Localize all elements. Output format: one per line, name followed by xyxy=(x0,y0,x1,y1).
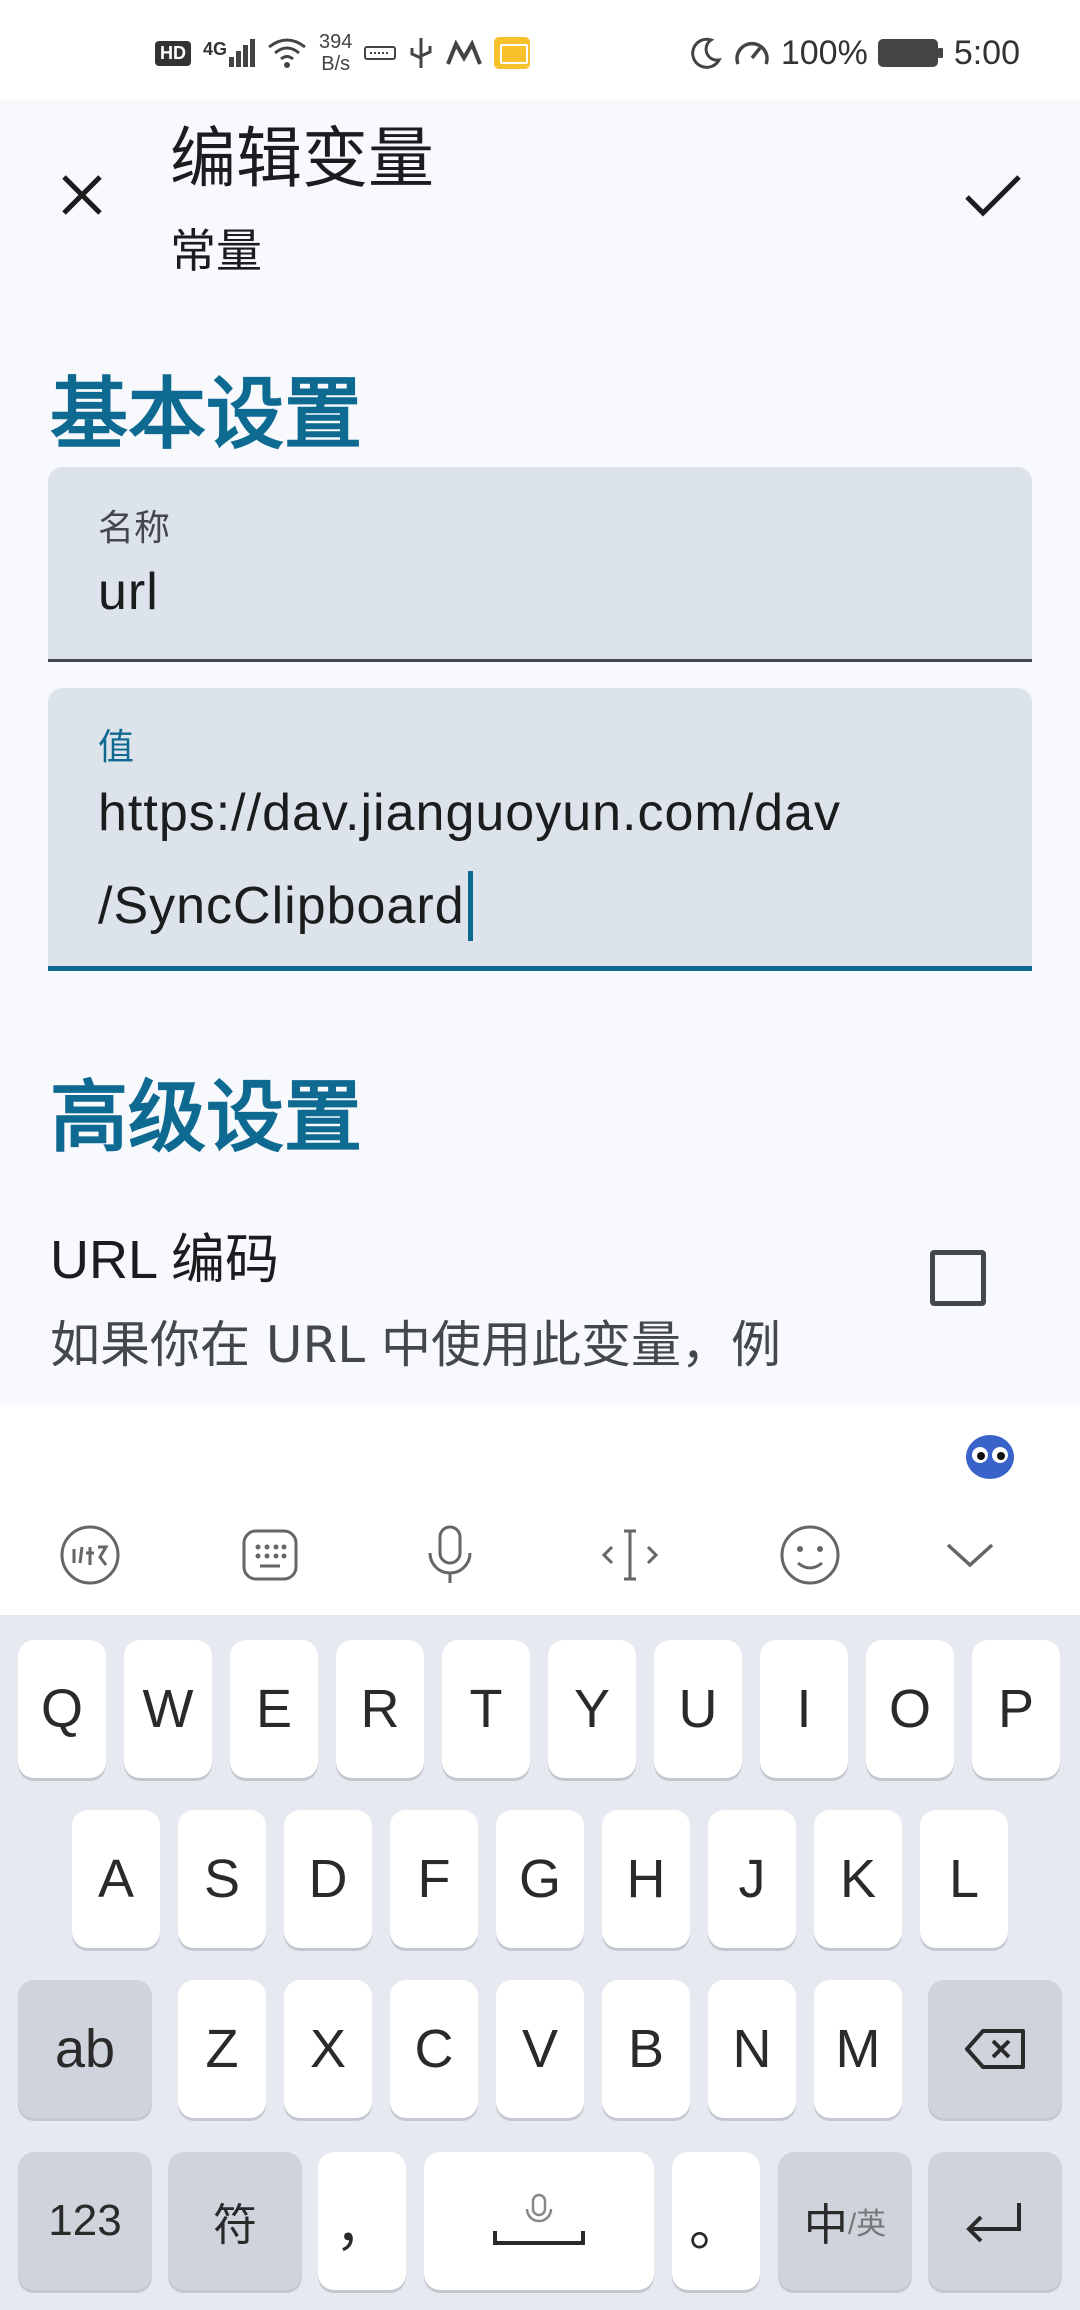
voice-input-button[interactable] xyxy=(410,1515,490,1595)
wifi-icon xyxy=(268,38,306,68)
close-icon xyxy=(62,175,102,215)
key-l[interactable]: L xyxy=(920,1810,1008,1948)
close-button[interactable] xyxy=(52,165,112,225)
language-main: 中 xyxy=(803,2201,848,2250)
hide-keyboard-button[interactable] xyxy=(930,1515,1010,1595)
key-c[interactable]: C xyxy=(390,1980,478,2118)
ifly-icon xyxy=(60,1525,120,1585)
keyboard-status-icon xyxy=(364,46,397,60)
keyboard-layout-button[interactable] xyxy=(230,1515,310,1595)
value-field-label: 值 xyxy=(98,727,135,768)
section-title-advanced: 高级设置 xyxy=(50,1073,363,1163)
usb-icon xyxy=(410,38,432,68)
battery-percent: 100% xyxy=(780,33,868,72)
app-m-icon xyxy=(446,40,483,65)
confirm-button[interactable] xyxy=(958,165,1028,225)
mascot-icon[interactable] xyxy=(960,1425,1020,1485)
key-b[interactable]: B xyxy=(602,1980,690,2118)
name-field-value: url xyxy=(98,563,159,621)
chevron-down-icon xyxy=(946,1543,994,1568)
value-field-line2: /SyncClipboard xyxy=(98,877,465,935)
key-s[interactable]: S xyxy=(178,1810,266,1948)
name-field[interactable]: 名称 url xyxy=(48,467,1032,662)
signal-type: 4G xyxy=(203,39,228,59)
check-icon xyxy=(965,175,1021,217)
key-d[interactable]: D xyxy=(284,1810,372,1948)
space-mic-icon xyxy=(493,2193,585,2245)
key-t[interactable]: T xyxy=(442,1640,530,1778)
key-y[interactable]: Y xyxy=(548,1640,636,1778)
ifly-button[interactable] xyxy=(50,1515,130,1595)
key-h[interactable]: H xyxy=(602,1810,690,1948)
url-encode-checkbox[interactable] xyxy=(930,1250,986,1306)
url-encode-title: URL 编码 xyxy=(50,1230,280,1290)
key-v[interactable]: V xyxy=(496,1980,584,2118)
clock: 5:00 xyxy=(953,33,1020,72)
section-title-basic: 基本设置 xyxy=(50,370,363,460)
signal-icon: 4G xyxy=(203,39,256,67)
backspace-key[interactable] xyxy=(928,1980,1062,2118)
value-field-line2-wrap: /SyncClipboard xyxy=(98,871,473,941)
key-x[interactable]: X xyxy=(284,1980,372,2118)
cursor-move-button[interactable] xyxy=(590,1515,670,1595)
cursor-icon xyxy=(601,1529,659,1581)
battery-icon xyxy=(877,39,943,67)
key-p[interactable]: P xyxy=(972,1640,1060,1778)
keyboard-toolbar xyxy=(0,1405,1080,1615)
key-u[interactable]: U xyxy=(654,1640,742,1778)
key-ab-switch[interactable]: ab xyxy=(18,1980,152,2118)
hd-badge: HD xyxy=(155,40,191,66)
key-e[interactable]: E xyxy=(230,1640,318,1778)
key-j[interactable]: J xyxy=(708,1810,796,1948)
key-r[interactable]: R xyxy=(336,1640,424,1778)
key-o[interactable]: O xyxy=(866,1640,954,1778)
keyboard-icon xyxy=(242,1529,298,1581)
key-comma[interactable]: ， xyxy=(318,2152,406,2290)
url-encode-description: 如果你在 URL 中使用此变量，例如，作为查询字符串的一部分 xyxy=(50,1316,781,1374)
moon-icon xyxy=(691,37,722,69)
app-bar: 编辑变量 常量 xyxy=(0,100,1080,300)
key-a[interactable]: A xyxy=(72,1810,160,1948)
key-m[interactable]: M xyxy=(814,1980,902,2118)
key-q[interactable]: Q xyxy=(18,1640,106,1778)
value-field[interactable]: 值 https://dav.jianguoyun.com/dav /SyncCl… xyxy=(48,688,1032,971)
mail-icon xyxy=(494,37,531,69)
enter-key[interactable] xyxy=(928,2152,1062,2290)
enter-icon xyxy=(966,2203,1021,2243)
language-switch-key[interactable]: 中 /英 xyxy=(778,2152,912,2290)
key-numbers[interactable]: 123 xyxy=(18,2152,152,2290)
status-bar: HD 4G 394 B/s 100% 5:00 xyxy=(0,0,1080,100)
keyboard: Q W E R T Y U I O P A S D F G H J K L ab… xyxy=(0,1615,1080,2310)
net-speed-unit: B/s xyxy=(321,53,351,75)
text-cursor xyxy=(467,871,473,941)
key-z[interactable]: Z xyxy=(178,1980,266,2118)
emoji-button[interactable] xyxy=(770,1515,850,1595)
status-right: 100% 5:00 xyxy=(689,28,1020,78)
space-key[interactable] xyxy=(424,2152,654,2290)
key-k[interactable]: K xyxy=(814,1810,902,1948)
keyboard-tool-row xyxy=(0,1515,1080,1595)
key-n[interactable]: N xyxy=(708,1980,796,2118)
emoji-icon xyxy=(780,1525,840,1585)
page-subtitle: 常量 xyxy=(170,224,262,278)
net-speed-value: 394 xyxy=(319,31,353,53)
value-field-line1: https://dav.jianguoyun.com/dav xyxy=(98,784,842,842)
key-g[interactable]: G xyxy=(496,1810,584,1948)
page-title: 编辑变量 xyxy=(170,120,434,197)
net-speed: 394 B/s xyxy=(319,31,352,75)
name-field-label: 名称 xyxy=(98,508,171,549)
language-sub: /英 xyxy=(847,2208,887,2241)
status-left: HD 4G 394 B/s xyxy=(155,28,531,78)
speedometer-icon xyxy=(735,41,769,65)
microphone-icon xyxy=(428,1525,472,1583)
key-w[interactable]: W xyxy=(124,1640,212,1778)
key-i[interactable]: I xyxy=(760,1640,848,1778)
key-symbols[interactable]: 符 xyxy=(168,2152,302,2290)
backspace-icon xyxy=(965,2029,1025,2069)
key-f[interactable]: F xyxy=(390,1810,478,1948)
key-period[interactable]: 。 xyxy=(672,2152,760,2290)
